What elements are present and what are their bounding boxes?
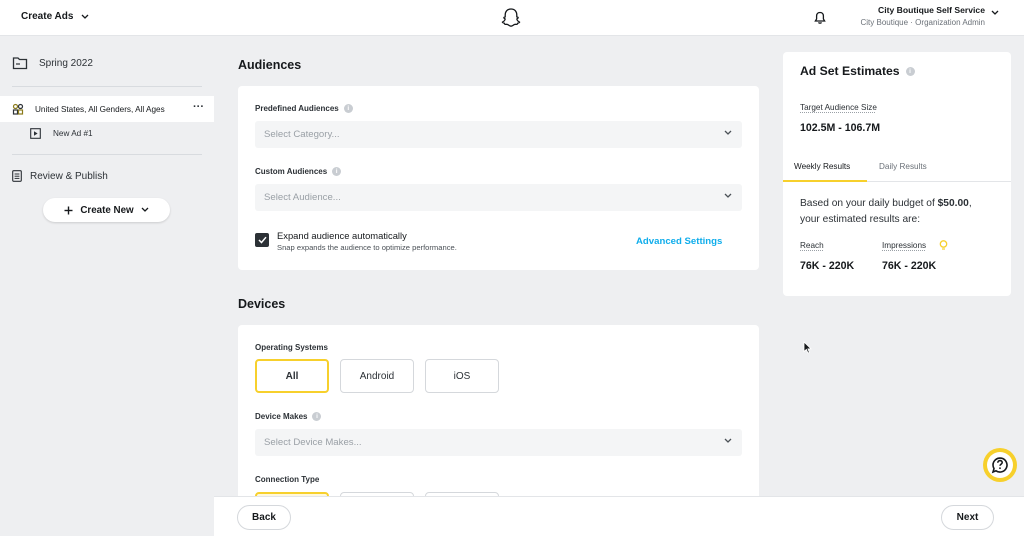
info-icon[interactable]: i xyxy=(312,412,322,421)
reach-value: 76K - 220K xyxy=(800,260,855,272)
lightbulb-icon[interactable] xyxy=(939,240,948,251)
folder-icon xyxy=(12,57,28,70)
os-option-label: iOS xyxy=(453,370,471,382)
more-options-icon[interactable]: ··· xyxy=(193,101,204,113)
sidebar: Spring 2022 United States, All Genders, … xyxy=(0,36,214,536)
ad-play-icon xyxy=(30,128,41,139)
estimates-title-text: Ad Set Estimates xyxy=(800,64,900,78)
audiences-section-title: Audiences xyxy=(238,58,302,72)
predefined-audiences-label: Predefined Audiences i xyxy=(255,104,353,113)
custom-audiences-label: Custom Audiences i xyxy=(255,167,342,176)
connection-type-text: Connection Type xyxy=(255,475,320,484)
expand-audience-label: Expand audience automatically xyxy=(277,230,407,241)
checklist-icon xyxy=(12,170,22,182)
device-makes-label: Device Makes i xyxy=(255,412,322,421)
budget-text: , xyxy=(968,198,972,209)
sidebar-ad-label: New Ad #1 xyxy=(53,129,93,138)
active-tab-indicator xyxy=(783,180,867,182)
info-icon[interactable]: i xyxy=(343,104,353,113)
info-icon[interactable]: i xyxy=(905,66,915,76)
predefined-audiences-placeholder: Select Category... xyxy=(264,129,340,140)
ad-set-estimates-card: Ad Set Estimates i Target Audience Size … xyxy=(783,52,1011,296)
divider xyxy=(12,154,202,155)
chevron-down-icon xyxy=(141,207,149,212)
custom-audiences-select[interactable]: Select Audience... xyxy=(255,184,742,211)
predefined-audiences-text: Predefined Audiences xyxy=(255,104,339,113)
create-ads-menu[interactable]: Create Ads xyxy=(21,11,89,22)
reach-label[interactable]: Reach xyxy=(800,241,824,250)
budget-text: your estimated results are: xyxy=(800,214,921,225)
create-new-label: Create New xyxy=(80,204,134,216)
organization-name: City Boutique Self Service xyxy=(878,5,985,15)
divider xyxy=(12,86,202,87)
chevron-down-icon xyxy=(724,438,732,443)
sidebar-item-ad-set[interactable]: United States, All Genders, All Ages ··· xyxy=(0,96,214,122)
advanced-settings-link[interactable]: Advanced Settings xyxy=(636,236,722,247)
top-bar: Create Ads City Boutique Self Service Ci… xyxy=(0,0,1024,36)
connection-type-label: Connection Type xyxy=(255,475,319,484)
organization-switcher[interactable]: City Boutique Self Service City Boutique… xyxy=(860,5,985,27)
os-option-all[interactable]: All xyxy=(255,359,329,393)
chevron-down-icon xyxy=(724,193,732,198)
device-makes-text: Device Makes xyxy=(255,412,308,421)
custom-audiences-text: Custom Audiences xyxy=(255,167,328,176)
sidebar-item-campaign[interactable]: Spring 2022 xyxy=(12,56,93,70)
target-audience-size-value: 102.5M - 106.7M xyxy=(800,122,881,134)
estimates-title: Ad Set Estimates i xyxy=(800,64,915,78)
back-button[interactable]: Back xyxy=(237,505,291,530)
impressions-value: 76K - 220K xyxy=(882,260,937,272)
expand-audience-checkbox[interactable] xyxy=(255,233,269,247)
sidebar-ad-set-label: United States, All Genders, All Ages xyxy=(35,104,165,114)
expand-audience-description: Snap expands the audience to optimize pe… xyxy=(277,243,457,252)
tab-weekly-results[interactable]: Weekly Results xyxy=(794,162,850,171)
os-option-label: All xyxy=(285,370,299,382)
notification-bell-icon[interactable] xyxy=(813,11,827,25)
sidebar-item-review-publish[interactable]: Review & Publish xyxy=(12,170,108,182)
sidebar-campaign-label: Spring 2022 xyxy=(39,57,93,69)
app-title: Create Ads xyxy=(21,11,74,22)
help-button[interactable] xyxy=(983,448,1017,482)
plus-icon xyxy=(64,206,73,214)
audience-icon xyxy=(12,103,24,115)
back-label: Back xyxy=(252,512,276,523)
main-content: Audiences Predefined Audiences i Select … xyxy=(214,36,769,496)
os-option-ios[interactable]: iOS xyxy=(425,359,499,393)
help-icon xyxy=(987,452,1013,478)
devices-section-title: Devices xyxy=(238,297,286,311)
organization-role: City Boutique · Organization Admin xyxy=(860,18,985,27)
tab-daily-results[interactable]: Daily Results xyxy=(879,162,927,171)
budget-summary: Based on your daily budget of $50.00, yo… xyxy=(800,196,1000,228)
info-icon[interactable]: i xyxy=(332,167,342,176)
operating-systems-label: Operating Systems xyxy=(255,343,328,352)
budget-text: Based on your daily budget of xyxy=(800,198,938,209)
sidebar-item-ad[interactable]: New Ad #1 xyxy=(30,128,93,139)
device-makes-select[interactable]: Select Device Makes... xyxy=(255,429,742,456)
budget-amount: $50.00 xyxy=(937,198,969,209)
predefined-audiences-select[interactable]: Select Category... xyxy=(255,121,742,148)
create-new-button[interactable]: Create New xyxy=(43,198,170,222)
next-label: Next xyxy=(956,512,979,523)
custom-audiences-placeholder: Select Audience... xyxy=(264,192,341,203)
target-audience-size-label[interactable]: Target Audience Size xyxy=(800,103,877,112)
os-option-android[interactable]: Android xyxy=(340,359,414,393)
device-makes-placeholder: Select Device Makes... xyxy=(264,437,362,448)
mouse-cursor-icon xyxy=(803,341,812,354)
bottom-bar: Back Next xyxy=(214,496,1024,536)
chevron-down-icon xyxy=(81,14,89,19)
audiences-card: Predefined Audiences i Select Category..… xyxy=(238,86,759,270)
next-button[interactable]: Next xyxy=(941,505,994,530)
os-option-label: Android xyxy=(359,370,395,382)
checkmark-icon xyxy=(257,236,267,244)
snapchat-ghost-icon xyxy=(501,8,521,27)
chevron-down-icon xyxy=(724,130,732,135)
chevron-down-icon[interactable] xyxy=(991,10,999,16)
impressions-label[interactable]: Impressions xyxy=(882,241,926,250)
operating-systems-text: Operating Systems xyxy=(255,343,328,352)
devices-card: Operating Systems All Android iOS Device… xyxy=(238,325,759,496)
sidebar-review-label: Review & Publish xyxy=(30,170,108,182)
